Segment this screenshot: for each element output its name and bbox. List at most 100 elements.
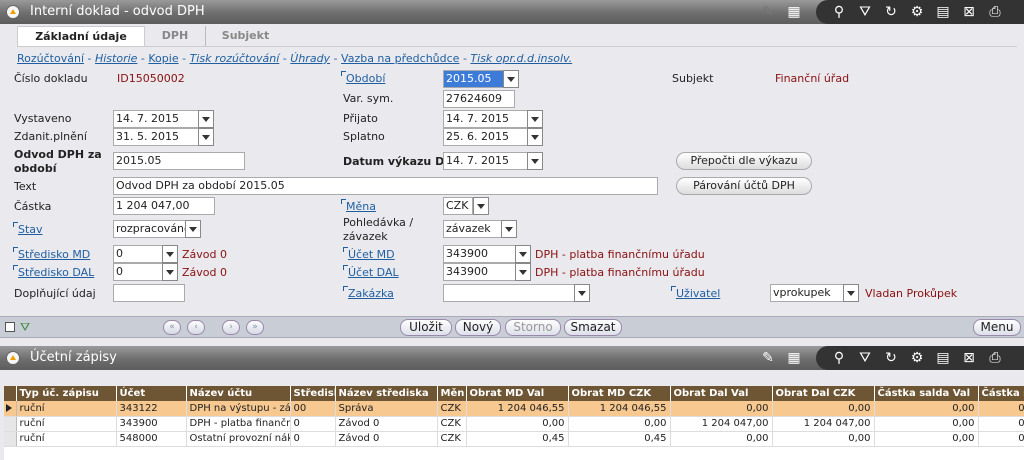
- ulozit-button[interactable]: Uložit: [400, 319, 452, 336]
- link-uhrady[interactable]: Úhrady: [290, 52, 330, 65]
- zdanit-input[interactable]: 31. 5. 2015: [113, 128, 199, 146]
- link-tisk-opr[interactable]: Tisk opr.d.d.insolv.: [470, 52, 572, 65]
- grid-cell[interactable]: 0,00: [568, 416, 671, 432]
- prev-page-icon[interactable]: ‹: [187, 320, 205, 335]
- filter-check-icon[interactable]: ⛛: [20, 320, 30, 335]
- grid-cell[interactable]: DPH - platba finančním: [186, 416, 291, 432]
- stav-label[interactable]: Stav: [13, 222, 43, 236]
- filter-icon[interactable]: ⛛: [855, 2, 875, 22]
- uzivatel-dropdown-icon[interactable]: [843, 284, 859, 302]
- mena-select[interactable]: CZK: [443, 197, 473, 215]
- stredisko-md-select[interactable]: 0: [113, 245, 163, 263]
- grid-header[interactable]: Obrat Dal Val: [670, 386, 773, 401]
- ucet-md-select[interactable]: 343900: [443, 245, 517, 263]
- mena-dropdown-icon[interactable]: [473, 197, 489, 215]
- grid-header[interactable]: Typ úč. zápisu: [16, 386, 117, 401]
- stav-select[interactable]: rozpracováno: [113, 220, 187, 238]
- grid-cell[interactable]: 0,45: [568, 431, 671, 447]
- grid-header[interactable]: Částka salda Val: [874, 386, 979, 401]
- grid-cell[interactable]: Ostatní provozní náklad: [186, 431, 291, 447]
- table-row[interactable]: ruční 343122 DPH na výstupu - zákla 00 S…: [4, 401, 1024, 417]
- uzivatel-select[interactable]: vprokupek: [770, 284, 844, 302]
- grid-cell[interactable]: 1 204 047,00: [670, 416, 773, 432]
- search-icon[interactable]: ⚲: [829, 2, 849, 22]
- obdobi-select[interactable]: 2015.05: [443, 70, 505, 88]
- select-checkbox[interactable]: [5, 322, 15, 332]
- print-icon[interactable]: ⎙: [985, 2, 1005, 22]
- link-historie[interactable]: Historie: [95, 52, 137, 65]
- parovani-button[interactable]: Párování účtů DPH: [676, 177, 812, 195]
- grid-header[interactable]: Obrat MD Val: [466, 386, 569, 401]
- vystaveno-dropdown-icon[interactable]: [198, 110, 214, 128]
- grid-cell[interactable]: Závod 0: [335, 416, 438, 432]
- tab-zakladni-udaje[interactable]: Základní údaje: [17, 26, 145, 46]
- zakazka-dropdown-icon[interactable]: [574, 284, 590, 302]
- grid-cell[interactable]: Správa: [335, 401, 438, 417]
- uzivatel-label[interactable]: Uživatel: [670, 286, 720, 300]
- grid-cell[interactable]: 0,00: [874, 431, 979, 447]
- obdobi-dropdown-icon[interactable]: [503, 70, 519, 88]
- stav-dropdown-icon[interactable]: [185, 220, 201, 238]
- grid-cell[interactable]: 0,00: [874, 401, 979, 417]
- excel-icon[interactable]: ⊠: [959, 348, 979, 368]
- novy-button[interactable]: Nový: [455, 319, 501, 336]
- grid-cell[interactable]: 0,00: [978, 416, 1024, 432]
- search-icon[interactable]: ⚲: [829, 348, 849, 368]
- collapse-icon[interactable]: [6, 351, 20, 365]
- stredisko-dal-select[interactable]: 0: [113, 263, 163, 281]
- prijato-input[interactable]: 14. 7. 2015: [443, 110, 529, 128]
- grid-cell[interactable]: 0,45: [466, 431, 569, 447]
- tab-subjekt[interactable]: Subjekt: [205, 26, 285, 46]
- refresh-icon[interactable]: ↻: [881, 2, 901, 22]
- grid-cell[interactable]: DPH na výstupu - zákla: [186, 401, 291, 417]
- filter-icon[interactable]: ⛛: [855, 348, 875, 368]
- grid-cell[interactable]: ruční: [16, 401, 117, 417]
- grid-cell[interactable]: 343122: [116, 401, 187, 417]
- pohledavka-select[interactable]: závazek: [443, 220, 503, 238]
- datum-vykazu-input[interactable]: 14. 7. 2015: [443, 152, 529, 170]
- table-row[interactable]: ruční 343900 DPH - platba finančním 0 Zá…: [4, 416, 1024, 432]
- grid-cell[interactable]: CZK: [437, 401, 467, 417]
- stredisko-md-label[interactable]: Středisko MD: [12, 247, 90, 261]
- grid-cell[interactable]: 0,00: [772, 431, 875, 447]
- vystaveno-input[interactable]: 14. 7. 2015: [113, 110, 199, 128]
- grid-cell[interactable]: 0,00: [670, 431, 773, 447]
- grid-header[interactable]: Obrat Dal CZK: [772, 386, 875, 401]
- grid-cell[interactable]: 343900: [116, 416, 187, 432]
- ucet-dal-label[interactable]: Účet DAL: [343, 265, 399, 279]
- refresh-icon[interactable]: ↻: [881, 348, 901, 368]
- collapse-icon[interactable]: [6, 5, 20, 19]
- grid-cell[interactable]: 0,00: [978, 401, 1024, 417]
- grid-header[interactable]: Název účtu: [186, 386, 291, 401]
- grid-cell[interactable]: 0,00: [670, 401, 773, 417]
- datum-vykazu-dropdown-icon[interactable]: [527, 152, 543, 170]
- table-row[interactable]: ruční 548000 Ostatní provozní náklad 0 Z…: [4, 431, 1024, 447]
- splatno-input[interactable]: 25. 6. 2015: [443, 128, 529, 146]
- grid-cell[interactable]: 0,00: [772, 401, 875, 417]
- menu-button[interactable]: Menu: [973, 319, 1021, 336]
- document-icon[interactable]: ▤: [933, 2, 953, 22]
- grid-cell[interactable]: 1 204 047,00: [772, 416, 875, 432]
- mena-label[interactable]: Měna: [341, 199, 376, 213]
- castka-input[interactable]: 1 204 047,00: [113, 197, 215, 215]
- ucet-md-label[interactable]: Účet MD: [343, 247, 395, 261]
- grid-cell[interactable]: 548000: [116, 431, 187, 447]
- grid-header[interactable]: Měn: [437, 386, 467, 401]
- odvod-input[interactable]: 2015.05: [113, 152, 245, 170]
- grid-cell[interactable]: 0,00: [978, 431, 1024, 447]
- document-icon[interactable]: ▤: [933, 348, 953, 368]
- ucet-dal-dropdown-icon[interactable]: [515, 263, 531, 281]
- zdanit-dropdown-icon[interactable]: [198, 128, 214, 146]
- smazat-button[interactable]: Smazat: [564, 319, 622, 336]
- grid-header[interactable]: Středisko: [290, 386, 336, 401]
- edit-icon[interactable]: ✎: [758, 348, 778, 368]
- ucet-dal-select[interactable]: 343900: [443, 263, 517, 281]
- last-page-icon[interactable]: »: [246, 320, 264, 335]
- grid-cell[interactable]: 0: [290, 416, 336, 432]
- grid-cell[interactable]: CZK: [437, 416, 467, 432]
- splatno-dropdown-icon[interactable]: [527, 128, 543, 146]
- grid-header[interactable]: Název střediska: [335, 386, 438, 401]
- link-kopie[interactable]: Kopie: [148, 52, 178, 65]
- link-tisk-rozuctovani[interactable]: Tisk rozúčtování: [190, 52, 280, 65]
- zakazka-select[interactable]: [443, 284, 575, 302]
